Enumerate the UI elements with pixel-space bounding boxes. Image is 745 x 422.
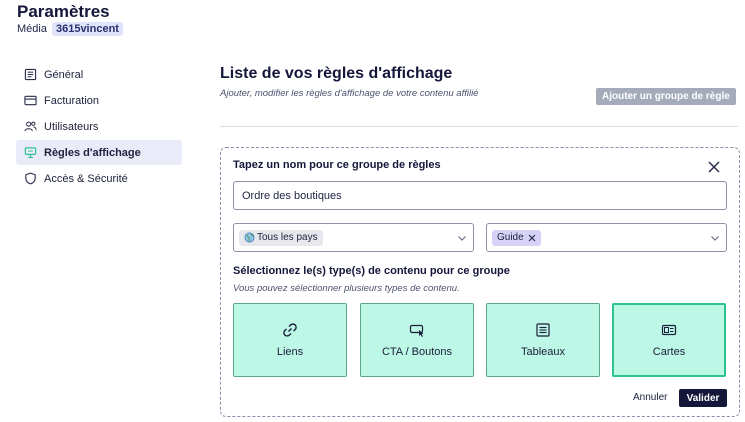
content-type-cta[interactable]: CTA / Boutons <box>360 303 474 377</box>
guide-tag: Guide <box>492 229 541 246</box>
users-icon <box>23 120 37 134</box>
media-row: Média 3615vincent <box>17 22 123 36</box>
sidebar-item-label: Général <box>44 68 84 81</box>
country-tag-label: Tous les pays <box>257 232 318 243</box>
guide-select[interactable]: Guide <box>486 223 727 252</box>
sidebar-item-billing[interactable]: Facturation <box>16 88 182 113</box>
sidebar-item-label: Accès & Sécurité <box>44 172 128 185</box>
remove-tag-icon[interactable] <box>528 234 536 242</box>
link-icon <box>282 322 298 338</box>
globe-icon <box>244 232 255 243</box>
content-type-label-text: Liens <box>276 346 304 358</box>
sidebar-item-label: Utilisateurs <box>44 120 99 133</box>
cancel-button[interactable]: Annuler <box>633 392 667 403</box>
rule-group-form: Tapez un nom pour ce groupe de règles To… <box>220 147 740 417</box>
section-title: Liste de vos règles d'affichage <box>220 65 453 82</box>
credit-card-icon <box>23 94 37 108</box>
content-type-label-text: CTA / Boutons <box>381 346 453 358</box>
country-tag: Tous les pays <box>239 229 323 246</box>
content-type-cards[interactable]: Cartes <box>612 303 726 377</box>
sidebar-item-users[interactable]: Utilisateurs <box>16 114 182 139</box>
sidebar: Général Facturation Utilisateurs Règles … <box>16 62 182 192</box>
content-type-label: Sélectionnez le(s) type(s) de contenu po… <box>233 265 510 277</box>
group-name-label: Tapez un nom pour ce groupe de règles <box>233 159 441 171</box>
chevron-down-icon[interactable] <box>710 233 720 243</box>
sidebar-item-label: Règles d'affichage <box>44 146 141 159</box>
content-type-links[interactable]: Liens <box>233 303 347 377</box>
content-type-label-text: Tableaux <box>520 346 566 358</box>
content-type-tables[interactable]: Tableaux <box>486 303 600 377</box>
section-subtitle: Ajouter, modifier les règles d'affichage… <box>220 88 479 99</box>
cta-button-icon <box>409 322 425 338</box>
validate-button[interactable]: Valider <box>679 389 727 407</box>
sidebar-item-security[interactable]: Accès & Sécurité <box>16 166 182 191</box>
country-select[interactable]: Tous les pays <box>233 223 474 252</box>
sidebar-item-label: Facturation <box>44 94 100 107</box>
general-icon <box>23 68 37 82</box>
content-type-hint: Vous pouvez sélectionner plusieurs types… <box>233 283 460 294</box>
divider <box>220 126 738 127</box>
sidebar-item-display-rules[interactable]: Règles d'affichage <box>16 140 182 165</box>
table-icon <box>535 322 551 338</box>
display-rules-icon <box>23 146 37 160</box>
card-icon <box>661 322 677 338</box>
sidebar-item-general[interactable]: Général <box>16 62 182 87</box>
group-name-input[interactable] <box>233 181 727 210</box>
chevron-down-icon[interactable] <box>457 233 467 243</box>
shield-icon <box>23 172 37 186</box>
media-badge: 3615vincent <box>51 22 123 36</box>
guide-tag-label: Guide <box>497 232 524 243</box>
media-label: Média <box>17 23 47 35</box>
page-title: Paramètres <box>17 2 110 21</box>
add-rule-group-button[interactable]: Ajouter un groupe de règle <box>596 88 736 105</box>
close-button[interactable] <box>705 158 723 176</box>
close-icon <box>708 161 720 173</box>
content-type-label-text: Cartes <box>652 346 686 358</box>
